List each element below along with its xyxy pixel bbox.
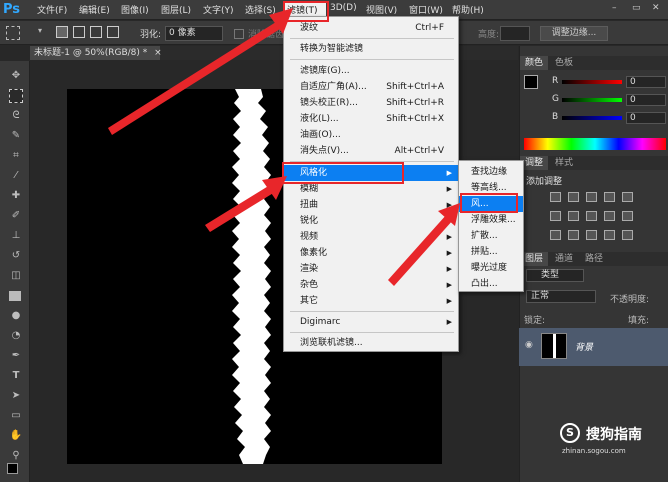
sogou-logo-icon: S xyxy=(560,423,580,443)
watermark-url: zhinan.sogou.com xyxy=(562,447,626,455)
arrow-to-filter-shaft xyxy=(108,22,280,135)
watermark-title: 搜狗指南 xyxy=(586,427,642,443)
arrow-to-wind-shaft xyxy=(388,214,453,286)
watermark: S 搜狗指南 zhinan.sogou.com xyxy=(560,423,665,463)
photoshop-window: Ps 文件(F) 编辑(E) 图像(I) 图层(L) 文字(Y) 选择(S) 滤… xyxy=(0,0,668,482)
annotation-arrows xyxy=(108,8,460,286)
arrow-to-stylize-shaft xyxy=(205,185,275,232)
